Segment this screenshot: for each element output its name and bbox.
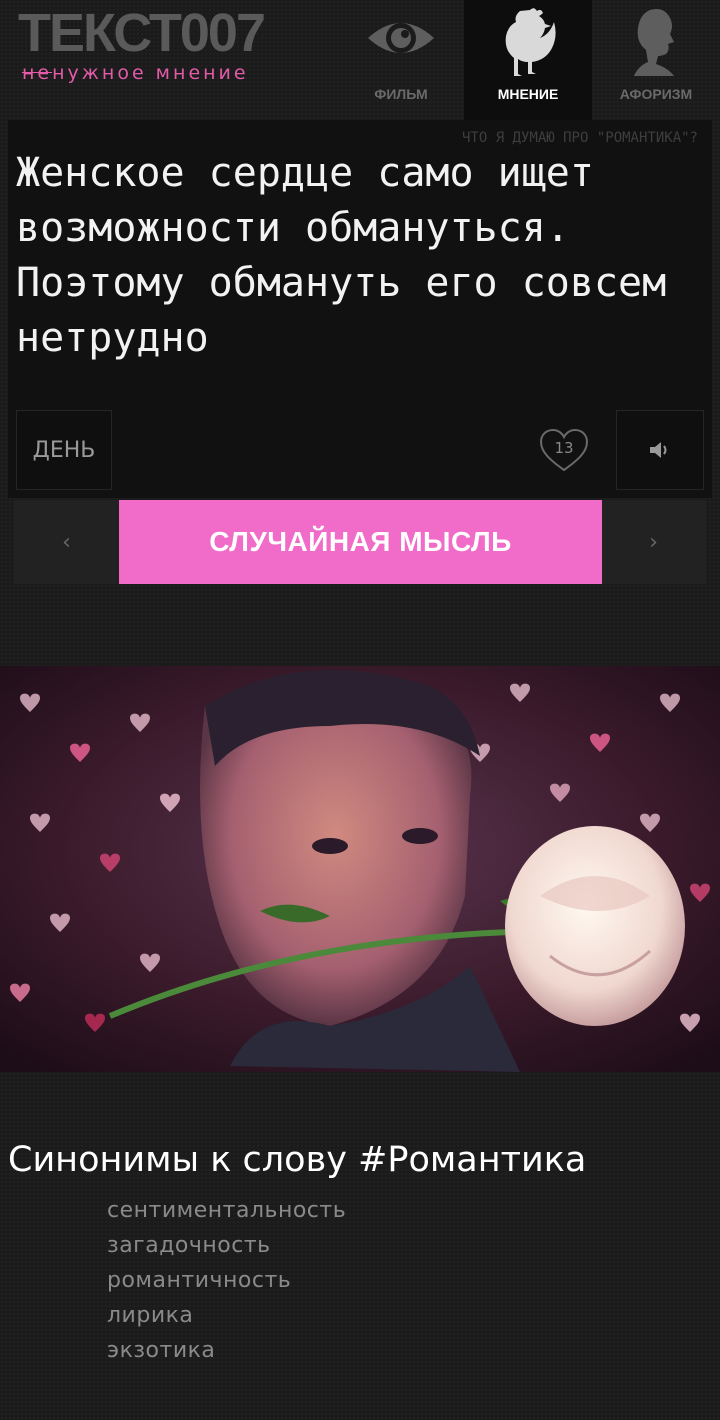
nav-label-opinion: МНЕНИЕ [497,86,559,102]
logo-subtitle-rest: нужное мнение [52,62,249,84]
random-thought-bar: ‹ СЛУЧАЙНАЯ МЫСЛЬ › [14,500,706,584]
logo-title: ТЕКСТ007 [18,3,266,63]
nav-item-opinion[interactable]: МНЕНИЕ [464,0,592,120]
prev-button[interactable]: ‹ [14,500,119,584]
synonyms-list: сентиментальность загадочность романтичн… [107,1193,346,1368]
romantic-gif-image [0,666,720,1072]
day-button[interactable]: ДЕНЬ [16,410,112,490]
like-button[interactable]: 13 [538,426,590,476]
logo[interactable]: ТЕКСТ007 ненужное мнение [18,3,266,84]
random-thought-button[interactable]: СЛУЧАЙНАЯ МЫСЛЬ [119,500,602,584]
next-button[interactable]: › [601,500,706,584]
synonym-item[interactable]: загадочность [107,1228,346,1263]
random-thought-label: СЛУЧАЙНАЯ МЫСЛЬ [209,526,512,557]
like-count: 13 [554,439,574,457]
eye-icon [364,6,438,80]
quote-text: Женское сердце само ищет возможности обм… [16,150,667,361]
speaker-icon [650,442,667,458]
nav-label-aphorism: АФОРИЗМ [619,86,693,102]
synonyms-title: Синонимы к слову #Романтика [8,1140,587,1180]
site-header: ТЕКСТ007 ненужное мнение ФИЛЬМ МНЕНИЕ АФ… [0,0,720,120]
synonym-item[interactable]: сентиментальность [107,1193,346,1228]
chicken-icon [496,6,560,82]
panel-caption: ЧТО Я ДУМАЮ ПРО "РОМАНТИКА"? [461,130,698,146]
synonym-item[interactable]: романтичность [107,1263,346,1298]
logo-subtitle: ненужное мнение [22,62,249,84]
nav-label-film: ФИЛЬМ [374,86,428,102]
logo-subtitle-strike: не [22,62,53,84]
quote-panel: ЧТО Я ДУМАЮ ПРО "РОМАНТИКА"? Женское сер… [8,120,712,498]
chevron-left-icon: ‹ [62,529,71,555]
nav-item-aphorism[interactable]: АФОРИЗМ [592,0,720,120]
main-nav: ФИЛЬМ МНЕНИЕ АФОРИЗМ [338,0,720,120]
chevron-right-icon: › [649,529,658,555]
nav-item-film[interactable]: ФИЛЬМ [338,0,464,120]
head-silhouette-icon [628,6,684,82]
synonym-item[interactable]: экзотика [107,1333,346,1368]
synonym-item[interactable]: лирика [107,1298,346,1333]
sound-button[interactable] [616,410,704,490]
day-button-label: ДЕНЬ [32,437,96,463]
